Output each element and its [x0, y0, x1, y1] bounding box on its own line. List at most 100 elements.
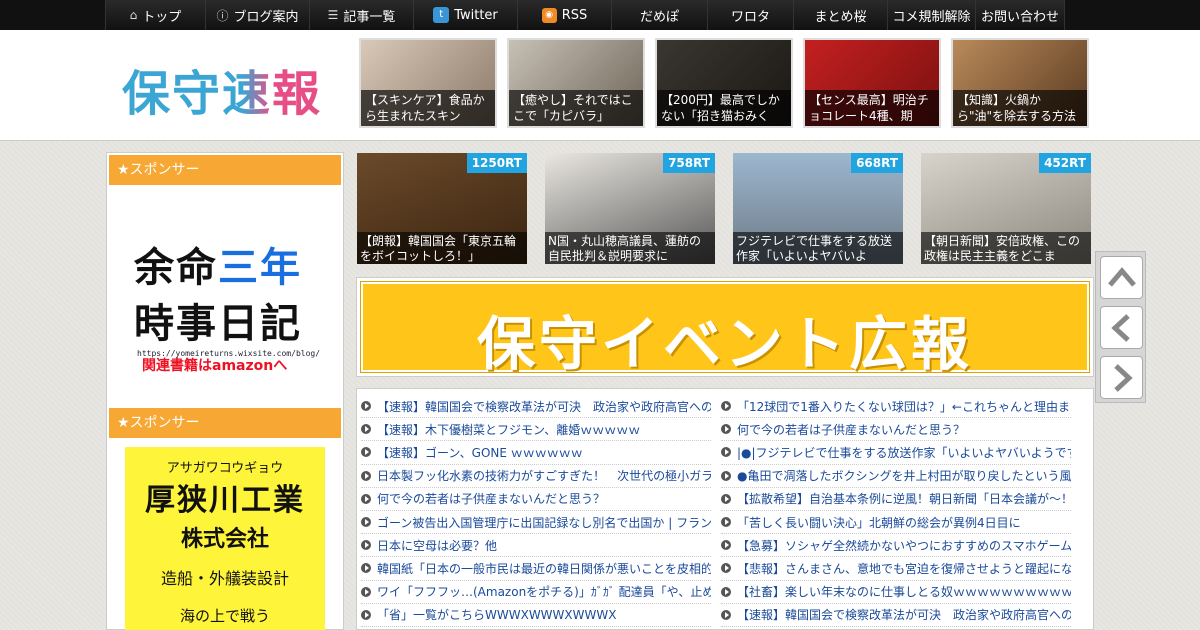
- sponsor-ad-asagawa[interactable]: アサガワコウギョウ 厚狭川工業 株式会社 造船・外艤装設計 海の上で戦う: [125, 447, 325, 630]
- news-item-title: |●|フジテレビで仕事をする放送作家「いよいよヤバいようです: [737, 445, 1071, 460]
- header-thumb-caption: 【癒やし】それではここで「カピバラ」: [509, 90, 643, 126]
- popular-articles: 1250RT 【朗報】韓国国会「東京五輪をボイコットしろ！」 758RT N国・丸山穂…: [357, 153, 1091, 264]
- event-banner[interactable]: 保守イベント広報: [356, 277, 1094, 378]
- header-thumb[interactable]: 【癒やし】それではここで「カピバラ」: [507, 38, 645, 128]
- news-item[interactable]: 【速報】韓国国会で検察改革法が可決 政治家や政府高官への: [721, 604, 1071, 627]
- play-bullet-icon: [361, 586, 371, 597]
- site-header: 保守速報 【スキンケア】食品から生まれたスキン 【癒やし】それではここで「カピバラ…: [0, 30, 1200, 141]
- sponsor-heading-2: ★スポンサー: [109, 408, 341, 438]
- header-thumb-caption: 【センス最高】明治チョコレート4種、期: [805, 90, 939, 126]
- amazon-link[interactable]: 関連書籍はamazonへ: [142, 355, 287, 375]
- popular-article-thumb[interactable]: 758RT N国・丸山穂高議員、蓮舫の自民批判＆説明要求に: [545, 153, 715, 264]
- news-item-title: 【速報】木下優樹菜とフジモン、離婚ｗｗｗｗｗ: [377, 422, 641, 437]
- header-thumb[interactable]: 【知識】火鍋から"油"を除去する方法: [951, 38, 1089, 128]
- news-item[interactable]: ●亀田で凋落したボクシングを井上村田が取り戻したという風潮: [721, 465, 1071, 488]
- next-icon[interactable]: [1100, 356, 1143, 399]
- news-item-title: 「12球団で1番入りたくない球団は？」←これちゃんと理由まで: [737, 399, 1071, 414]
- popular-article-thumb[interactable]: 668RT フジテレビで仕事をする放送作家「いよいよヤバいよ: [733, 153, 903, 264]
- nav-item-label: RSS: [561, 7, 588, 23]
- news-item-title: ワイ「フフフッ…(Amazonをポチる)」ｶﾞｶﾞ 配達員「や、止めて: [377, 585, 711, 600]
- nav-item-8[interactable]: コメ規制解除: [887, 0, 975, 30]
- nav-item-0[interactable]: ⌂ トップ: [105, 0, 205, 30]
- news-item[interactable]: ワイ「フフフッ…(Amazonをポチる)」ｶﾞｶﾞ 配達員「や、止めて: [361, 581, 711, 604]
- news-item[interactable]: 「苦しく長い闘い決心」北朝鮮の総会が異例4日目に: [721, 511, 1071, 535]
- play-bullet-icon: [721, 401, 731, 412]
- nav-item-2[interactable]: ☰ 記事一覧: [309, 0, 413, 30]
- news-list: 【速報】韓国国会で検察改革法が可決 政治家や政府高官への【速報】木下優樹菜とフジ…: [356, 388, 1094, 630]
- news-item[interactable]: 何で今の若者は子供産まないんだと思う？: [361, 488, 711, 511]
- ad2-company-name: 厚狭川工業: [145, 483, 305, 518]
- header-thumb[interactable]: 【200円】最高でしかない「招き猫おみく: [655, 38, 793, 128]
- news-item[interactable]: 【急募】ソシャゲ全然続かないやつにおすすめのスマホゲーム: [721, 534, 1071, 558]
- popular-article-caption: N国・丸山穂高議員、蓮舫の自民批判＆説明要求に: [545, 232, 715, 264]
- news-item[interactable]: 日本製フッ化水素の技術力がすごすぎた！ 次世代の極小ガラ: [361, 465, 711, 488]
- news-item-title: 日本に空母は必要？他: [377, 538, 498, 553]
- nav-item-label: だめぽ: [639, 9, 679, 25]
- news-item[interactable]: 「12球団で1番入りたくない球団は？」←これちゃんと理由まで: [721, 395, 1071, 419]
- news-item[interactable]: 【拡散希望】自治基本条例に逆風！朝日新聞「日本会議が～！: [721, 488, 1071, 511]
- news-column-right: 「12球団で1番入りたくない球団は？」←これちゃんと理由まで何で今の若者は子供産…: [721, 395, 1071, 627]
- news-item[interactable]: 「省」一覧がこちらWWWXWWWXWWWX: [361, 604, 711, 627]
- news-column-left: 【速報】韓国国会で検察改革法が可決 政治家や政府高官への【速報】木下優樹菜とフジ…: [361, 395, 711, 627]
- popular-article-caption: フジテレビで仕事をする放送作家「いよいよヤバいよ: [733, 232, 903, 264]
- news-item-title: 【社畜】楽しい年末なのに仕事しとる奴ｗｗｗｗｗｗｗｗｗｗ: [737, 585, 1071, 600]
- banner-inner: 保守イベント広報: [360, 281, 1090, 378]
- nav-item-5[interactable]: だめぽ: [611, 0, 707, 30]
- ad2-service: 造船・外艤装設計: [160, 569, 289, 588]
- play-bullet-icon: [721, 586, 731, 597]
- play-bullet-icon: [721, 447, 731, 458]
- retweet-count-badge: 452RT: [1039, 153, 1091, 173]
- news-item-title: 「省」一覧がこちらWWWXWWWXWWWX: [377, 608, 617, 623]
- play-bullet-icon: [361, 540, 371, 551]
- page-nav-buttons: [1095, 251, 1146, 403]
- news-item-title: 「苦しく長い闘い決心」北朝鮮の総会が異例4日目に: [737, 515, 1021, 530]
- ad2-kana: アサガワコウギョウ: [166, 461, 284, 476]
- ad2-tagline: 海の上で戦う: [179, 607, 270, 625]
- nav-item-7[interactable]: まとめ桜: [793, 0, 887, 30]
- news-item[interactable]: 日本に空母は必要？他: [361, 534, 711, 558]
- play-bullet-icon: [721, 563, 731, 574]
- up-icon[interactable]: [1100, 256, 1143, 299]
- news-item-title: 【速報】韓国国会で検察改革法が可決 政治家や政府高官への: [737, 608, 1071, 623]
- nav-item-1[interactable]: ⓘ ブログ案内: [205, 0, 309, 30]
- popular-article-thumb[interactable]: 1250RT 【朗報】韓国国会「東京五輪をボイコットしろ！」: [357, 153, 527, 264]
- news-item[interactable]: 韓国紙「日本の一般市民は最近の韓日関係が悪いことを皮相的: [361, 557, 711, 581]
- nav-item-4[interactable]: ◉ RSS: [517, 0, 611, 30]
- news-item[interactable]: 【悲報】さんまさん、意地でも宮迫を復帰させようと躍起にな: [721, 557, 1071, 581]
- sidebar: ★スポンサー 余命三年 時事日記 https://yomeireturns.wi…: [106, 152, 344, 630]
- header-thumb-caption: 【スキンケア】食品から生まれたスキン: [361, 90, 495, 126]
- news-item[interactable]: ゴーン被告出入国管理庁に出国記録なし別名で出国か | フランス: [361, 511, 711, 535]
- rss-icon: ◉: [541, 7, 557, 23]
- play-bullet-icon: [361, 470, 371, 481]
- header-thumb[interactable]: 【スキンケア】食品から生まれたスキン: [359, 38, 497, 128]
- header-thumb-caption: 【200円】最高でしかない「招き猫おみく: [657, 90, 791, 126]
- play-bullet-icon: [361, 563, 371, 574]
- nav-item-label: コメ規制解除: [892, 9, 971, 25]
- news-item[interactable]: 【速報】ゴーン、GONE ｗｗｗｗｗｗ: [361, 441, 711, 465]
- news-item-title: 日本製フッ化水素の技術力がすごすぎた！ 次世代の極小ガラ: [377, 469, 711, 484]
- banner-text: 保守イベント広報: [476, 310, 973, 378]
- nav-item-9[interactable]: お問い合わせ: [975, 0, 1065, 30]
- nav-item-6[interactable]: ワロタ: [707, 0, 793, 30]
- news-item-title: 【急募】ソシャゲ全然続かないやつにおすすめのスマホゲーム: [737, 538, 1071, 553]
- play-bullet-icon: [721, 470, 731, 481]
- news-item[interactable]: 【速報】木下優樹菜とフジモン、離婚ｗｗｗｗｗ: [361, 418, 711, 442]
- news-item[interactable]: |●|フジテレビで仕事をする放送作家「いよいよヤバいようです: [721, 441, 1071, 465]
- play-bullet-icon: [361, 401, 371, 412]
- nav-item-3[interactable]: t Twitter: [413, 0, 517, 30]
- header-thumb[interactable]: 【センス最高】明治チョコレート4種、期: [803, 38, 941, 128]
- popular-article-thumb[interactable]: 452RT 【朝日新聞】安倍政権、この政権は民主主義をどこま: [921, 153, 1091, 264]
- news-item[interactable]: 【社畜】楽しい年末なのに仕事しとる奴ｗｗｗｗｗｗｗｗｗｗ: [721, 581, 1071, 604]
- news-item[interactable]: 【速報】韓国国会で検察改革法が可決 政治家や政府高官への: [361, 395, 711, 419]
- site-logo[interactable]: 保守速報: [122, 54, 322, 124]
- popular-article-caption: 【朝日新聞】安倍政権、この政権は民主主義をどこま: [921, 232, 1091, 264]
- sponsor-heading: ★スポンサー: [109, 155, 341, 185]
- top-navigation: ⌂ トップ ⓘ ブログ案内 ☰ 記事一覧 t Twitter ◉ RSS だめぽ ワロタ まとめ桜 コメ規…: [0, 0, 1200, 30]
- prev-icon[interactable]: [1100, 306, 1143, 349]
- nav-item-label: まとめ桜: [814, 9, 867, 25]
- news-item-title: 【拡散希望】自治基本条例に逆風！朝日新聞「日本会議が～！: [737, 492, 1071, 507]
- ad-title-line2: 時事日記: [134, 301, 302, 347]
- news-item[interactable]: 何で今の若者は子供産まないんだと思う？: [721, 418, 1071, 442]
- retweet-count-badge: 758RT: [663, 153, 715, 173]
- news-item-title: ●亀田で凋落したボクシングを井上村田が取り戻したという風潮: [737, 469, 1071, 484]
